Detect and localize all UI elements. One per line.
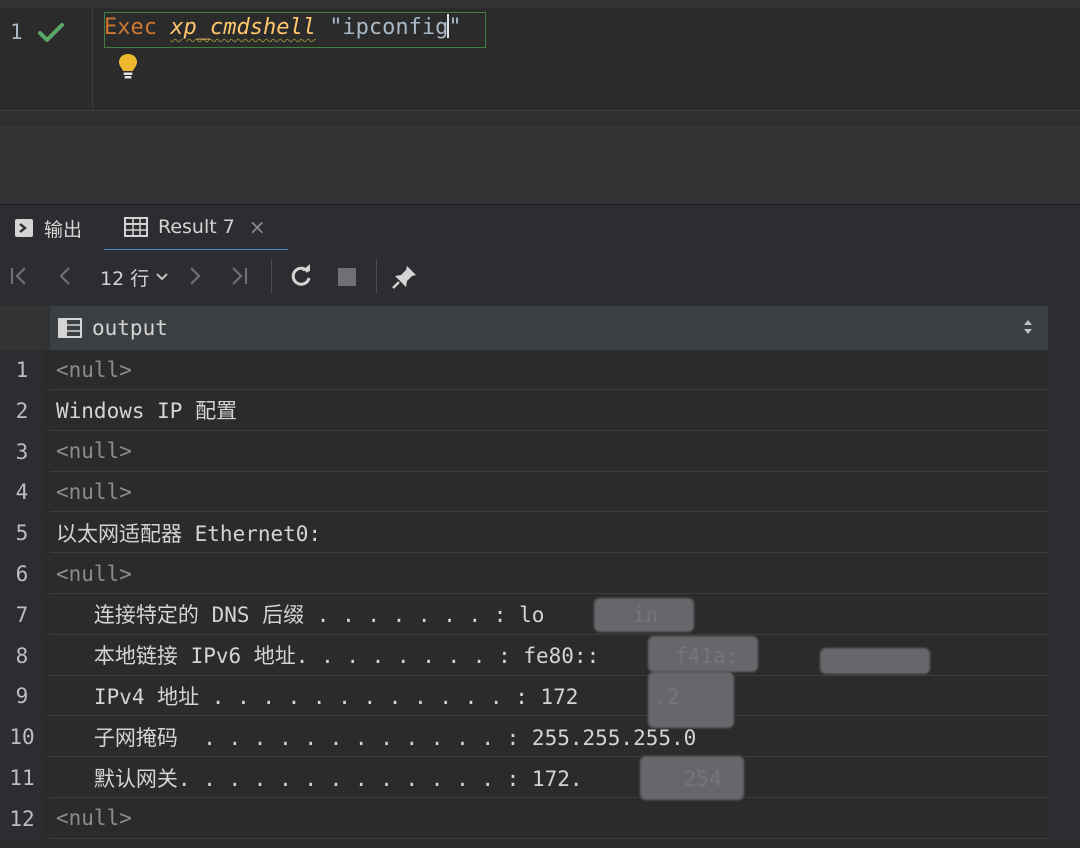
output-cell[interactable]: <null> xyxy=(50,554,1048,594)
grid-header: output xyxy=(0,306,1080,350)
row-right-pad xyxy=(1048,554,1080,594)
output-cell[interactable]: IPv4 地址 . . . . . . . . . . . . : 172 .2 xyxy=(50,676,1048,717)
output-cell[interactable]: <null> xyxy=(50,350,1048,390)
toolbar-separator xyxy=(271,260,272,294)
editor-gutter: 1 xyxy=(0,8,93,110)
table-row[interactable]: 11 默认网关. . . . . . . . . . . . . : 172. … xyxy=(0,758,1080,798)
sql-statement[interactable]: Exec xp_cmdshell "ipconfig" xyxy=(104,14,462,40)
lightbulb-icon[interactable] xyxy=(116,52,140,80)
output-cell[interactable]: <null> xyxy=(50,472,1048,513)
row-right-pad xyxy=(1048,758,1080,798)
table-row[interactable]: 9 IPv4 地址 . . . . . . . . . . . . : 172 … xyxy=(0,676,1080,717)
redaction-mark xyxy=(594,598,694,632)
sql-keyword: Exec xyxy=(104,15,157,40)
last-page-icon[interactable] xyxy=(228,264,250,294)
page-size-label: 12 行 xyxy=(100,268,150,290)
tab-result[interactable]: Result 7 × xyxy=(104,205,288,252)
checkmark-icon xyxy=(38,23,64,42)
output-cell[interactable]: <null> xyxy=(50,798,1048,839)
row-right-pad xyxy=(1048,635,1080,676)
row-number[interactable]: 10 xyxy=(0,717,44,758)
toolbar-separator-2 xyxy=(376,260,377,294)
editor-top-strip xyxy=(0,0,1080,8)
column-name: output xyxy=(92,316,168,340)
row-number[interactable]: 4 xyxy=(0,472,44,513)
string-part-1: "ipconfig xyxy=(329,15,449,40)
result-grid: output 1 <null> 2 Windows IP 配置 3 <null> 4 <nul… xyxy=(0,306,1080,848)
next-page-icon[interactable] xyxy=(184,264,206,294)
page-size-dropdown[interactable]: 12 行 xyxy=(100,264,169,291)
refresh-icon[interactable] xyxy=(288,264,314,294)
table-row[interactable]: 10 子网掩码 . . . . . . . . . . . . : 255.25… xyxy=(0,717,1080,758)
tab-result-label: Result 7 xyxy=(158,216,235,238)
chevron-down-icon xyxy=(155,270,169,286)
pin-icon[interactable] xyxy=(392,264,418,296)
editor-empty-area xyxy=(0,126,1080,205)
row-number[interactable]: 5 xyxy=(0,513,44,554)
output-cell[interactable]: 默认网关. . . . . . . . . . . . . : 172. 254 xyxy=(50,758,1048,798)
grid-corner xyxy=(0,306,50,350)
table-row[interactable]: 12 <null> xyxy=(0,798,1080,839)
redaction-mark xyxy=(648,636,758,672)
table-row[interactable]: 3 <null> xyxy=(0,431,1080,472)
editor-bottom-strip xyxy=(0,110,1080,127)
table-row[interactable]: 2 Windows IP 配置 xyxy=(0,390,1080,431)
output-cell[interactable]: 子网掩码 . . . . . . . . . . . . : 255.255.2… xyxy=(50,717,1048,758)
column-header-output[interactable]: output xyxy=(50,306,1048,350)
output-cell[interactable]: 以太网适配器 Ethernet0: xyxy=(50,513,1048,554)
row-number[interactable]: 3 xyxy=(0,431,44,472)
row-number[interactable]: 11 xyxy=(0,758,44,798)
table-row[interactable]: 7 连接特定的 DNS 后缀 . . . . . . . : lo in xyxy=(0,594,1080,635)
table-row[interactable]: 5 以太网适配器 Ethernet0: xyxy=(0,513,1080,554)
row-number[interactable]: 2 xyxy=(0,390,44,431)
output-cell[interactable]: <null> xyxy=(50,431,1048,472)
output-cell[interactable]: 连接特定的 DNS 后缀 . . . . . . . : lo in xyxy=(50,594,1048,635)
tab-output[interactable]: 输出 xyxy=(14,205,82,251)
row-right-pad xyxy=(1048,594,1080,635)
close-icon[interactable]: × xyxy=(249,215,266,239)
row-number[interactable]: 1 xyxy=(0,350,44,390)
table-row[interactable]: 4 <null> xyxy=(0,472,1080,513)
column-icon xyxy=(58,318,82,338)
row-right-pad xyxy=(1048,431,1080,472)
row-right-pad xyxy=(1048,350,1080,390)
procedure-name: xp_cmdshell xyxy=(170,15,316,40)
string-literal: "ipconfig" xyxy=(329,14,462,40)
row-number[interactable]: 8 xyxy=(0,635,44,676)
row-number[interactable]: 12 xyxy=(0,798,44,839)
redaction-mark xyxy=(820,648,930,674)
row-right-pad xyxy=(1048,390,1080,431)
redaction-mark xyxy=(648,672,734,728)
table-row[interactable]: 6 <null> xyxy=(0,554,1080,594)
string-part-2: " xyxy=(448,15,462,40)
row-right-pad xyxy=(1048,472,1080,513)
row-number[interactable]: 9 xyxy=(0,676,44,717)
sort-icon[interactable] xyxy=(1022,317,1034,338)
redaction-mark xyxy=(640,756,744,800)
first-page-icon[interactable] xyxy=(8,264,30,294)
table-icon xyxy=(124,217,148,237)
row-number[interactable]: 6 xyxy=(0,554,44,594)
row-number[interactable]: 7 xyxy=(0,594,44,635)
grid-right-pad xyxy=(1048,306,1080,350)
row-right-pad xyxy=(1048,513,1080,554)
previous-page-icon[interactable] xyxy=(54,264,76,294)
tab-output-label: 输出 xyxy=(44,218,83,241)
results-tab-bar: 输出 Result 7 × xyxy=(0,204,1080,252)
row-right-pad xyxy=(1048,717,1080,758)
output-cell[interactable]: Windows IP 配置 xyxy=(50,390,1048,431)
console-icon xyxy=(14,218,34,238)
table-row[interactable]: 1 <null> xyxy=(0,350,1080,390)
results-toolbar: 12 行 xyxy=(0,250,1080,307)
row-right-pad xyxy=(1048,798,1080,839)
stop-icon[interactable] xyxy=(336,264,358,294)
row-right-pad xyxy=(1048,676,1080,717)
query-editor[interactable]: 1 Exec xp_cmdshell "ipconfig" xyxy=(0,0,1080,127)
line-number: 1 xyxy=(10,20,23,44)
